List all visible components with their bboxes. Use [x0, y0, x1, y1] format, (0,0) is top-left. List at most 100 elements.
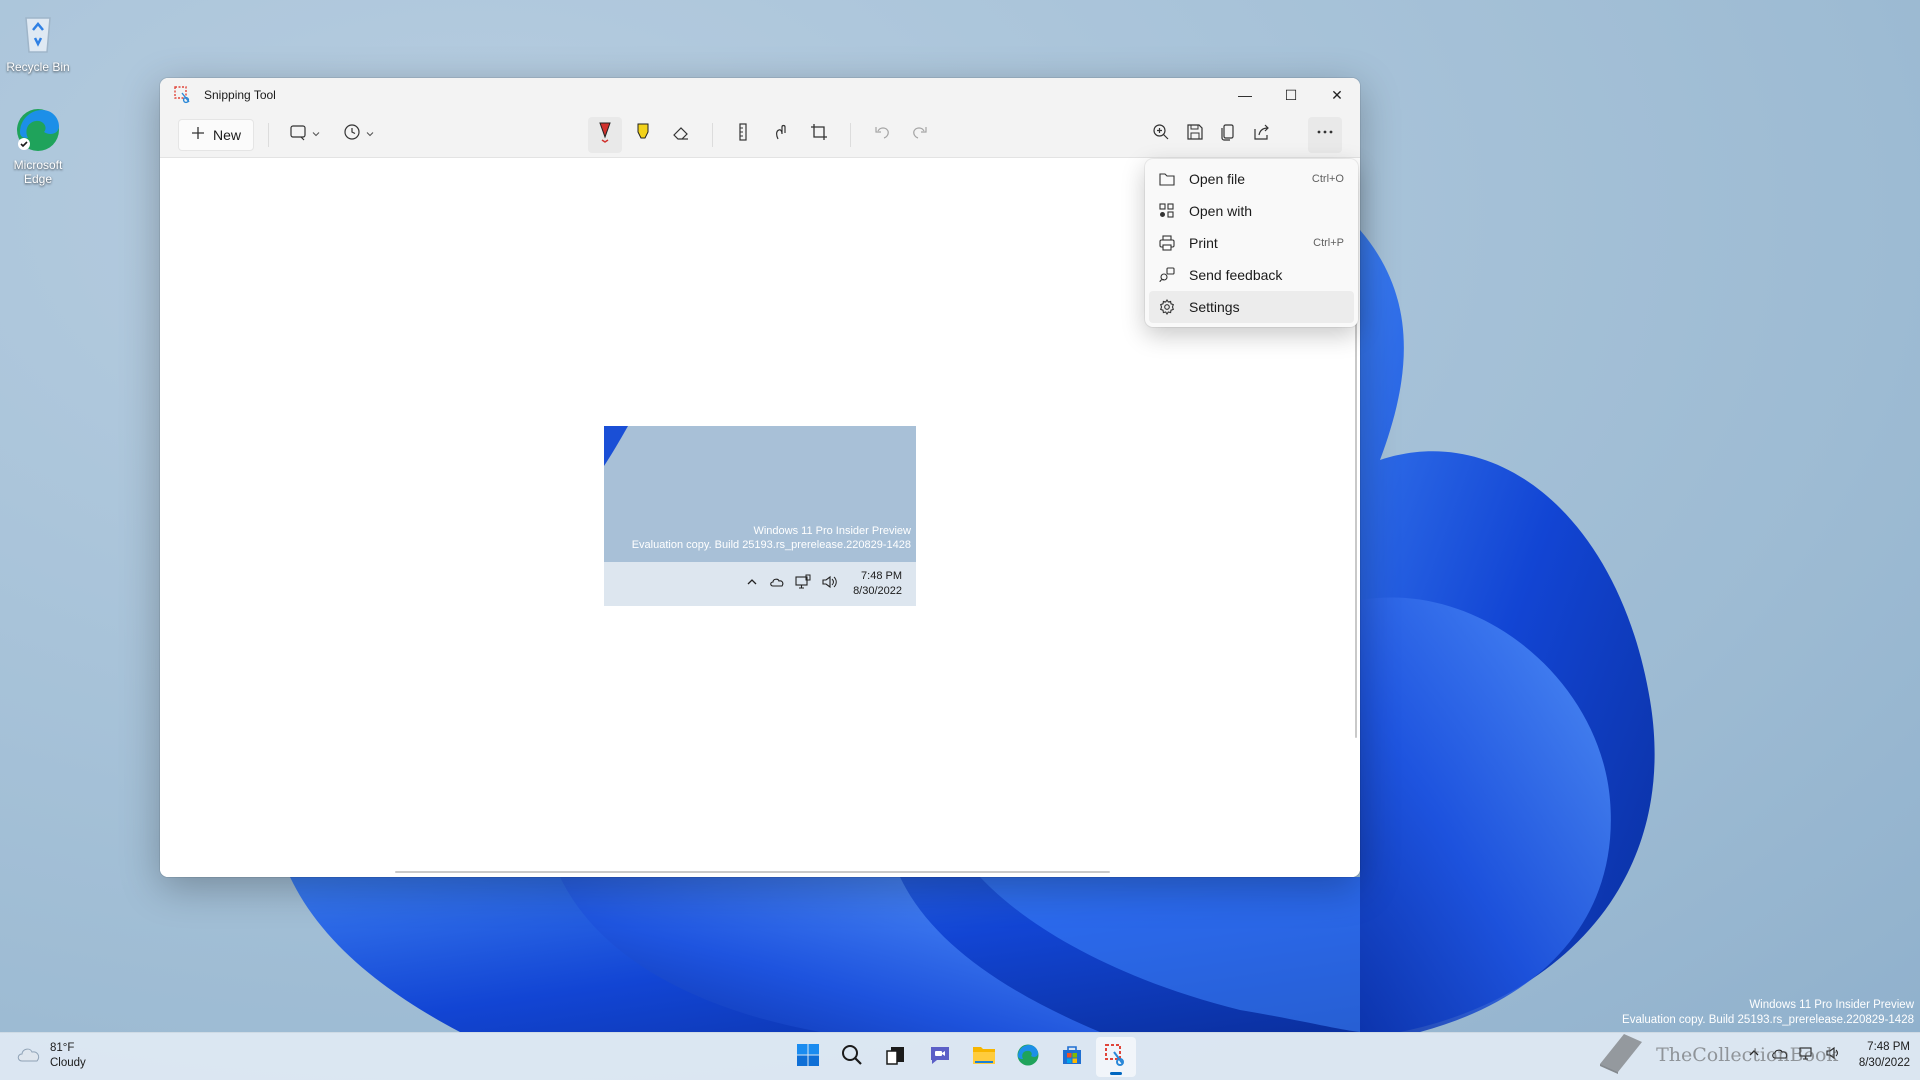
menu-item-label: Open with	[1189, 203, 1253, 219]
folder-icon	[1159, 171, 1175, 187]
preview-watermark-line2: Evaluation copy. Build 25193.rs_prerelea…	[631, 539, 911, 551]
network-icon	[795, 574, 811, 595]
edge-icon	[1016, 1043, 1040, 1072]
crop-icon	[810, 123, 828, 146]
chevron-down-icon	[365, 126, 375, 144]
taskbar-clock[interactable]: 7:48 PM 8/30/2022	[1859, 1039, 1910, 1071]
menu-item-label: Print	[1189, 235, 1218, 251]
volume-icon	[821, 575, 837, 594]
folder-icon	[972, 1044, 996, 1071]
snipping-tool-taskbar-button[interactable]	[1096, 1037, 1136, 1077]
maximize-button[interactable]: ☐	[1268, 78, 1314, 112]
captured-snip-image[interactable]: Windows 11 Pro Insider Preview Evaluatio…	[604, 426, 916, 606]
snipping-tool-icon	[1104, 1043, 1128, 1072]
eraser-button[interactable]	[664, 117, 698, 153]
weather-temperature: 81°F	[50, 1042, 75, 1054]
share-icon	[1253, 123, 1271, 146]
ballpoint-pen-button[interactable]	[587, 116, 622, 153]
store-icon	[1060, 1043, 1084, 1072]
redo-button[interactable]	[903, 117, 937, 153]
site-watermark-text: TheCollectionBook	[1656, 1043, 1838, 1066]
toolbar: New	[160, 112, 1360, 158]
horizontal-scrollbar[interactable]	[395, 871, 1110, 873]
rectangle-mode-icon	[289, 123, 307, 146]
teams-chat-icon	[928, 1043, 952, 1072]
ruler-button[interactable]	[726, 117, 760, 153]
task-view-icon	[885, 1044, 907, 1071]
windows-logo-icon	[796, 1043, 820, 1072]
menu-item-open-file[interactable]: Open file Ctrl+O	[1149, 163, 1354, 195]
new-snip-button[interactable]: New	[178, 118, 255, 151]
zoom-button[interactable]	[1144, 117, 1178, 153]
highlighter-button[interactable]	[626, 117, 660, 153]
zoom-icon	[1152, 123, 1170, 146]
preview-date: 8/30/2022	[853, 585, 902, 597]
apps-icon	[1159, 203, 1175, 219]
save-icon	[1186, 123, 1204, 146]
weather-widget[interactable]: 81°F Cloudy	[16, 1041, 86, 1071]
edge-taskbar-button[interactable]	[1008, 1037, 1048, 1077]
save-button[interactable]	[1178, 117, 1212, 153]
cloud-icon	[769, 575, 785, 594]
site-watermark: TheCollectionBook	[1594, 1030, 1838, 1079]
menu-item-label: Open file	[1189, 171, 1246, 187]
active-app-indicator	[1110, 1072, 1122, 1075]
crop-button[interactable]	[802, 117, 836, 153]
copy-button[interactable]	[1212, 117, 1246, 153]
store-button[interactable]	[1052, 1037, 1092, 1077]
toolbar-separator	[268, 122, 269, 147]
edge-icon	[14, 106, 62, 154]
new-label: New	[213, 126, 242, 143]
toolbar-separator	[850, 122, 852, 147]
preview-watermark-line1: Windows 11 Pro Insider Preview	[753, 525, 911, 537]
redo-icon	[911, 123, 929, 146]
desktop-watermark-line1: Windows 11 Pro Insider Preview	[1749, 999, 1914, 1011]
search-button[interactable]	[832, 1037, 872, 1077]
menu-item-shortcut: Ctrl+P	[1313, 237, 1344, 249]
toolbar-separator	[711, 122, 713, 147]
start-button[interactable]	[788, 1037, 828, 1077]
preview-clock: 7:48 PM 8/30/2022	[853, 569, 902, 599]
chat-button[interactable]	[920, 1037, 960, 1077]
minimize-icon: —	[1238, 87, 1252, 103]
menu-item-label: Send feedback	[1189, 267, 1283, 283]
share-button[interactable]	[1245, 117, 1279, 153]
close-button[interactable]: ✕	[1314, 78, 1360, 112]
copy-icon	[1219, 123, 1237, 146]
file-explorer-button[interactable]	[964, 1037, 1004, 1077]
desktop-watermark-line2: Evaluation copy. Build 25193.rs_prerelea…	[1622, 1014, 1914, 1026]
highlighter-icon	[634, 122, 652, 147]
title-bar[interactable]: Snipping Tool — ☐ ✕	[160, 78, 1360, 112]
menu-item-open-with[interactable]: Open with	[1149, 195, 1354, 227]
ruler-icon	[734, 123, 752, 146]
book-icon	[1594, 1030, 1646, 1079]
menu-item-print[interactable]: Print Ctrl+P	[1149, 227, 1354, 259]
search-icon	[840, 1043, 864, 1072]
menu-item-shortcut: Ctrl+O	[1311, 173, 1344, 185]
preview-watermark: Windows 11 Pro Insider Preview Evaluatio…	[632, 524, 911, 552]
menu-item-label: Settings	[1189, 299, 1240, 315]
clock-time: 7:48 PM	[1867, 1041, 1910, 1053]
delay-dropdown[interactable]	[337, 119, 381, 151]
desktop-icon-edge[interactable]: Microsoft Edge	[0, 106, 76, 186]
minimize-button[interactable]: —	[1222, 78, 1268, 112]
plus-icon	[191, 126, 205, 143]
desktop-icon-recycle-bin[interactable]: Recycle Bin	[0, 8, 76, 74]
menu-item-send-feedback[interactable]: Send feedback	[1149, 259, 1354, 291]
preview-taskbar: 7:48 PM 8/30/2022	[604, 562, 916, 606]
recycle-bin-icon	[14, 8, 62, 56]
undo-button[interactable]	[865, 117, 899, 153]
feedback-icon	[1159, 267, 1175, 283]
touch-writing-button[interactable]	[764, 117, 798, 153]
desktop-icon-label: Recycle Bin	[6, 60, 70, 74]
printer-icon	[1159, 235, 1175, 251]
more-icon	[1316, 123, 1334, 146]
taskbar-apps	[788, 1037, 1136, 1077]
snip-mode-dropdown[interactable]	[283, 119, 327, 151]
gear-icon	[1159, 299, 1175, 315]
chevron-down-icon	[311, 126, 321, 144]
more-options-button[interactable]	[1308, 116, 1343, 153]
eraser-icon	[672, 123, 690, 146]
menu-item-settings[interactable]: Settings	[1149, 291, 1354, 323]
task-view-button[interactable]	[876, 1037, 916, 1077]
